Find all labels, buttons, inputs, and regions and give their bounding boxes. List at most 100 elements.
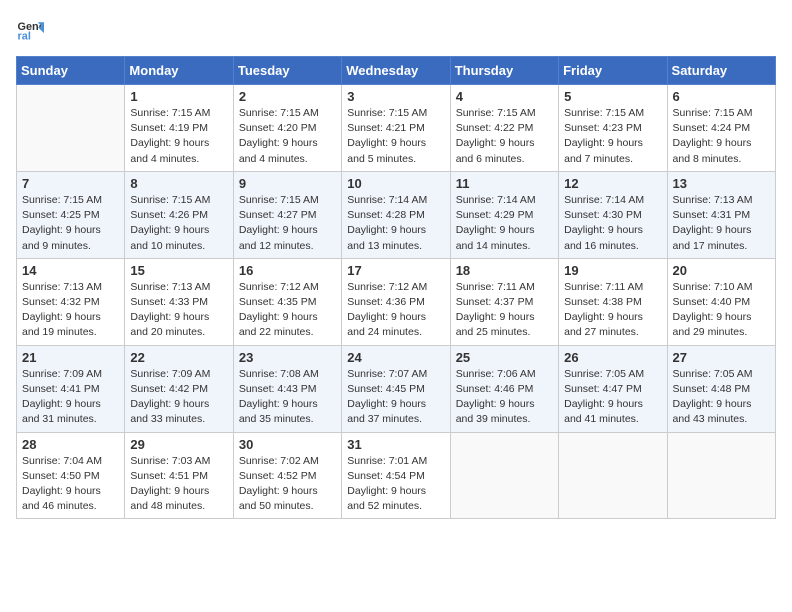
- day-number: 10: [347, 176, 444, 191]
- day-number: 15: [130, 263, 227, 278]
- sunrise-label: Sunrise: 7:14 AM: [347, 194, 427, 206]
- day-number: 23: [239, 350, 336, 365]
- cell-content: Sunrise: 7:02 AMSunset: 4:52 PMDaylight:…: [239, 454, 336, 515]
- sunset-label: Sunset: 4:24 PM: [673, 122, 751, 134]
- sunrise-label: Sunrise: 7:04 AM: [22, 455, 102, 467]
- daylight-label: Daylight: 9 hours and 7 minutes.: [564, 137, 643, 164]
- calendar-cell: 27Sunrise: 7:05 AMSunset: 4:48 PMDayligh…: [667, 345, 775, 432]
- weekday-header-friday: Friday: [559, 57, 667, 85]
- day-number: 8: [130, 176, 227, 191]
- daylight-label: Daylight: 9 hours and 29 minutes.: [673, 311, 752, 338]
- sunset-label: Sunset: 4:46 PM: [456, 383, 534, 395]
- calendar-cell: 1 Sunrise: 7:15 AMSunset: 4:19 PMDaylight…: [125, 85, 233, 172]
- day-number: 14: [22, 263, 119, 278]
- cell-content: Sunrise: 7:06 AMSunset: 4:46 PMDaylight:…: [456, 367, 553, 428]
- sunset-label: Sunset: 4:38 PM: [564, 296, 642, 308]
- weekday-header-sunday: Sunday: [17, 57, 125, 85]
- cell-content: Sunrise: 7:12 AMSunset: 4:36 PMDaylight:…: [347, 280, 444, 341]
- day-number: 28: [22, 437, 119, 452]
- sunrise-label: Sunrise: 7:05 AM: [564, 368, 644, 380]
- daylight-label: Daylight: 9 hours and 25 minutes.: [456, 311, 535, 338]
- sunrise-label: Sunrise: 7:03 AM: [130, 455, 210, 467]
- weekday-header-tuesday: Tuesday: [233, 57, 341, 85]
- day-number: 13: [673, 176, 770, 191]
- sunrise-label: Sunrise: 7:13 AM: [130, 281, 210, 293]
- calendar-cell: 17Sunrise: 7:12 AMSunset: 4:36 PMDayligh…: [342, 258, 450, 345]
- calendar-cell: 29Sunrise: 7:03 AMSunset: 4:51 PMDayligh…: [125, 432, 233, 519]
- sunset-label: Sunset: 4:28 PM: [347, 209, 425, 221]
- day-number: 31: [347, 437, 444, 452]
- cell-content: Sunrise: 7:14 AMSunset: 4:29 PMDaylight:…: [456, 193, 553, 254]
- sunset-label: Sunset: 4:40 PM: [673, 296, 751, 308]
- sunrise-label: Sunrise: 7:15 AM: [130, 194, 210, 206]
- sunset-label: Sunset: 4:31 PM: [673, 209, 751, 221]
- sunrise-label: Sunrise: 7:10 AM: [673, 281, 753, 293]
- daylight-label: Daylight: 9 hours and 5 minutes.: [347, 137, 426, 164]
- calendar-cell: 21Sunrise: 7:09 AMSunset: 4:41 PMDayligh…: [17, 345, 125, 432]
- day-number: 1: [130, 89, 227, 104]
- calendar-cell: 5Sunrise: 7:15 AMSunset: 4:23 PMDaylight…: [559, 85, 667, 172]
- cell-content: Sunrise: 7:11 AMSunset: 4:38 PMDaylight:…: [564, 280, 661, 341]
- day-number: 27: [673, 350, 770, 365]
- weekday-header-wednesday: Wednesday: [342, 57, 450, 85]
- day-number: 4: [456, 89, 553, 104]
- calendar-week-row: 28 Sunrise: 7:04 AMSunset: 4:50 PMDayligh…: [17, 432, 776, 519]
- calendar-cell: 30 Sunrise: 7:02 AMSunset: 4:52 PMDayligh…: [233, 432, 341, 519]
- sunset-label: Sunset: 4:26 PM: [130, 209, 208, 221]
- daylight-label: Daylight: 9 hours and 22 minutes.: [239, 311, 318, 338]
- sunset-label: Sunset: 4:29 PM: [456, 209, 534, 221]
- calendar-cell: 4 Sunrise: 7:15 AMSunset: 4:22 PMDaylight…: [450, 85, 558, 172]
- sunset-label: Sunset: 4:30 PM: [564, 209, 642, 221]
- daylight-label: Daylight: 9 hours and 6 minutes.: [456, 137, 535, 164]
- day-number: 22: [130, 350, 227, 365]
- daylight-label: Daylight: 9 hours and 31 minutes.: [22, 398, 101, 425]
- cell-content: Sunrise: 7:10 AM Sunset: 4:40 PM Daylight:…: [673, 280, 770, 341]
- sunrise-label: Sunrise: 7:15 AM: [564, 107, 644, 119]
- day-number: 16: [239, 263, 336, 278]
- cell-content: Sunrise: 7:09 AMSunset: 4:41 PMDaylight:…: [22, 367, 119, 428]
- cell-content: Sunrise: 7:11 AMSunset: 4:37 PMDaylight:…: [456, 280, 553, 341]
- sunset-label: Sunset: 4:47 PM: [564, 383, 642, 395]
- cell-content: Sunrise: 7:15 AMSunset: 4:25 PMDaylight:…: [22, 193, 119, 254]
- calendar-cell: 13Sunrise: 7:13 AMSunset: 4:31 PMDayligh…: [667, 171, 775, 258]
- calendar-cell: 14Sunrise: 7:13 AMSunset: 4:32 PMDayligh…: [17, 258, 125, 345]
- cell-content: Sunrise: 7:03 AMSunset: 4:51 PMDaylight:…: [130, 454, 227, 515]
- daylight-label: Daylight: 9 hours and 10 minutes.: [130, 224, 209, 251]
- page-header: Gene ral: [16, 16, 776, 44]
- weekday-header-saturday: Saturday: [667, 57, 775, 85]
- weekday-header-row: SundayMondayTuesdayWednesdayThursdayFrid…: [17, 57, 776, 85]
- daylight-label: Daylight: 9 hours and 52 minutes.: [347, 485, 426, 512]
- calendar-cell: 15Sunrise: 7:13 AMSunset: 4:33 PMDayligh…: [125, 258, 233, 345]
- cell-content: Sunrise: 7:05 AMSunset: 4:47 PMDaylight:…: [564, 367, 661, 428]
- day-number: 24: [347, 350, 444, 365]
- sunrise-label: Sunrise: 7:15 AM: [347, 107, 427, 119]
- daylight-label: Daylight: 9 hours and 24 minutes.: [347, 311, 426, 338]
- cell-content: Sunrise: 7:14 AM Sunset: 4:28 PM Daylight:…: [347, 193, 444, 254]
- calendar-cell: 8 Sunrise: 7:15 AM Sunset: 4:26 PM Daylight…: [125, 171, 233, 258]
- daylight-label: Daylight: 9 hours and 13 minutes.: [347, 224, 426, 251]
- calendar-cell: 22Sunrise: 7:09 AMSunset: 4:42 PMDayligh…: [125, 345, 233, 432]
- calendar-cell: 11Sunrise: 7:14 AMSunset: 4:29 PMDayligh…: [450, 171, 558, 258]
- sunrise-label: Sunrise: 7:12 AM: [239, 281, 319, 293]
- daylight-label: Daylight: 9 hours and 9 minutes.: [22, 224, 101, 251]
- cell-content: Sunrise: 7:15 AMSunset: 4:19 PMDaylight:…: [130, 106, 227, 167]
- day-number: 26: [564, 350, 661, 365]
- calendar-cell: 6Sunrise: 7:15 AMSunset: 4:24 PMDaylight…: [667, 85, 775, 172]
- daylight-label: Daylight: 9 hours and 50 minutes.: [239, 485, 318, 512]
- daylight-label: Daylight: 9 hours and 4 minutes.: [239, 137, 318, 164]
- sunrise-label: Sunrise: 7:15 AM: [22, 194, 102, 206]
- daylight-label: Daylight: 9 hours and 8 minutes.: [673, 137, 752, 164]
- cell-content: Sunrise: 7:01 AMSunset: 4:54 PMDaylight:…: [347, 454, 444, 515]
- sunrise-label: Sunrise: 7:15 AM: [239, 194, 319, 206]
- cell-content: Sunrise: 7:12 AMSunset: 4:35 PMDaylight:…: [239, 280, 336, 341]
- cell-content: Sunrise: 7:15 AMSunset: 4:22 PMDaylight:…: [456, 106, 553, 167]
- cell-content: Sunrise: 7:04 AMSunset: 4:50 PMDaylight:…: [22, 454, 119, 515]
- daylight-label: Daylight: 9 hours and 17 minutes.: [673, 224, 752, 251]
- sunrise-label: Sunrise: 7:14 AM: [456, 194, 536, 206]
- cell-content: Sunrise: 7:15 AM Sunset: 4:26 PM Daylight:…: [130, 193, 227, 254]
- daylight-label: Daylight: 9 hours and 19 minutes.: [22, 311, 101, 338]
- sunset-label: Sunset: 4:45 PM: [347, 383, 425, 395]
- day-number: 25: [456, 350, 553, 365]
- day-number: 30: [239, 437, 336, 452]
- calendar-cell: 26Sunrise: 7:05 AMSunset: 4:47 PMDayligh…: [559, 345, 667, 432]
